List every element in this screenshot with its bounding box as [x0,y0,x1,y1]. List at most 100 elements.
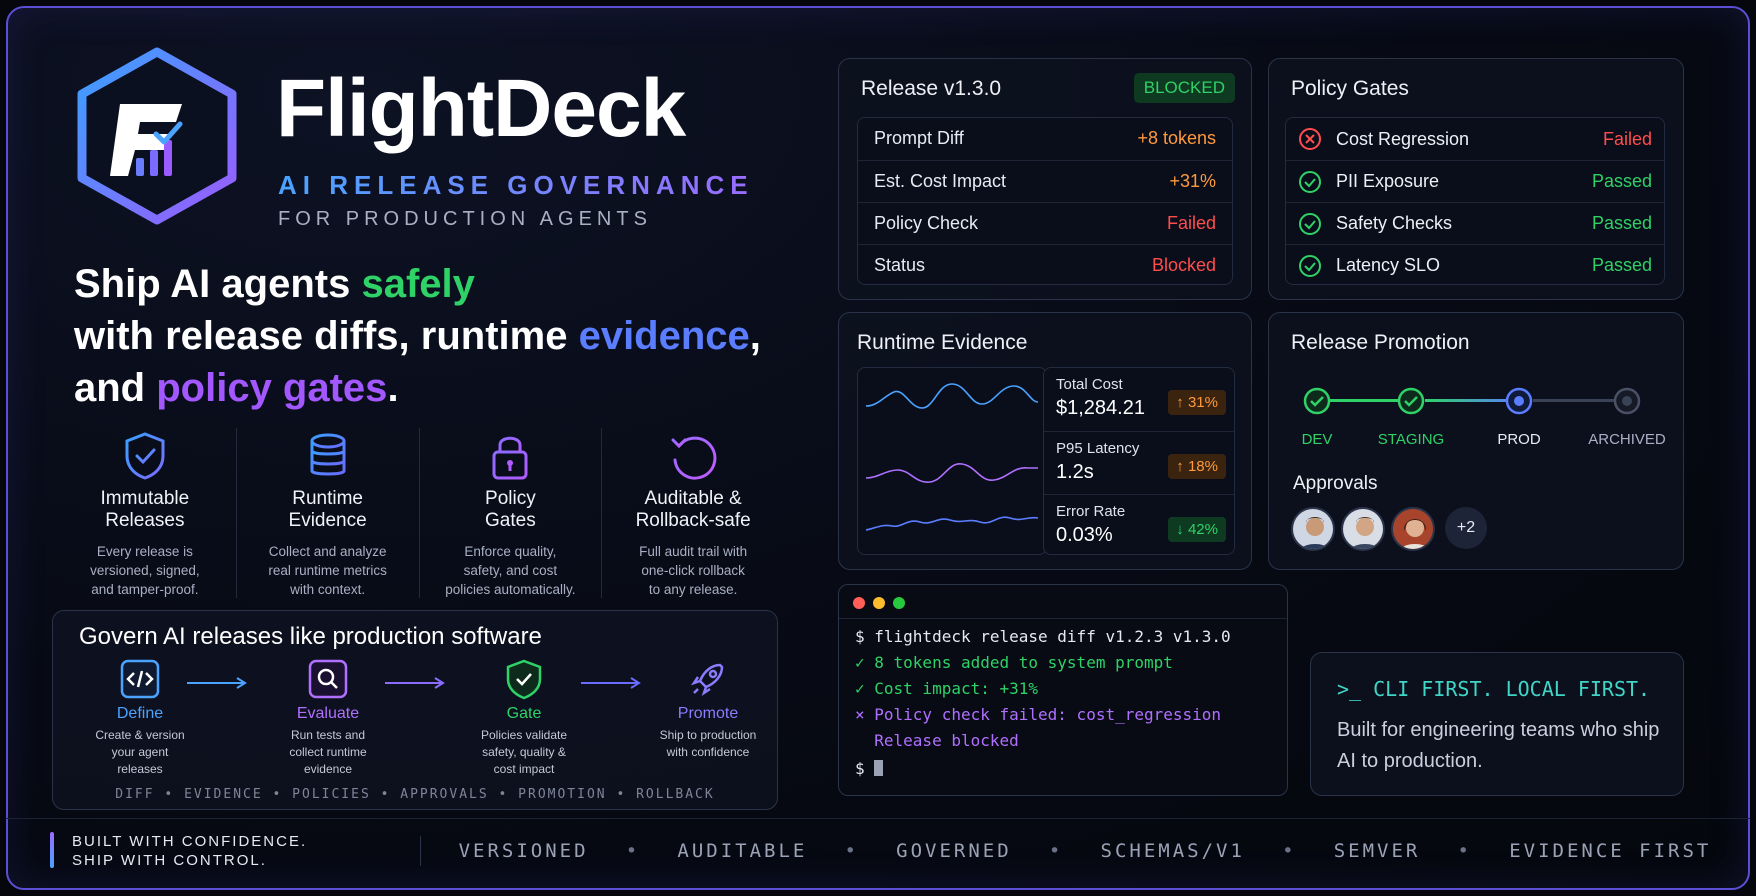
code-icon [120,659,160,699]
gate-name: Latency SLO [1336,255,1441,275]
feature-auditable: Auditable & Rollback-safe Full audit tra… [601,428,784,598]
footer-slogan: BUILT WITH CONFIDENCE. SHIP WITH CONTROL… [72,832,307,870]
feature-desc-line: and tamper-proof. [91,582,199,597]
check-circle-icon [1299,254,1321,277]
gates-list: Cost Regression Failed PII Exposure Pass… [1285,117,1665,285]
feature-desc: Full audit trail with one-click rollback… [608,542,778,599]
metric-row: Error Rate 0.03% ↓ 42% [1044,494,1234,556]
step-desc-line: collect runtime [289,745,367,759]
release-row-value: +31% [1169,170,1216,191]
pending-stage-icon [1613,387,1641,415]
arrow-right-icon [187,677,247,689]
release-row: Prompt Diff +8 tokens [858,118,1232,159]
rollback-icon [671,436,717,480]
search-icon [308,659,348,699]
minimize-dot[interactable] [873,597,885,609]
step-desc-line: Run tests and [290,728,366,742]
brand-title: FlightDeck [276,63,686,154]
gate-status: Passed [1591,213,1652,233]
release-row-key: Policy Check [874,212,979,233]
check-circle-icon [1303,387,1331,415]
close-dot[interactable] [853,597,865,609]
feature-immutable-releases: Immutable Releases Every release is vers… [54,428,236,598]
metric-delta: ↑ 31% [1168,390,1226,415]
lock-icon [492,436,528,480]
step-define: Define Create & version your agent relea… [65,657,215,778]
feature-title: Runtime [292,488,363,509]
gate-row: Safety Checks Passed [1286,202,1664,244]
footer-separator [420,836,421,866]
release-card: Release v1.3.0 BLOCKED Prompt Diff +8 to… [838,58,1252,300]
feature-desc-line: safety, and cost [463,563,558,578]
headline-safely: safely [361,262,475,306]
avatar[interactable] [1291,507,1335,551]
avatar[interactable] [1341,507,1385,551]
terminal-prompt[interactable]: $ [855,759,884,778]
shield-check-icon [506,659,542,700]
step-desc: Create & version your agent releases [65,727,215,778]
terminal-line: × Policy check failed: cost_regression [855,705,1222,724]
more-approvers-badge[interactable]: +2 [1445,507,1487,549]
stage-label: STAGING [1377,431,1445,448]
govern-tags: DIFF • EVIDENCE • POLICIES • APPROVALS •… [115,787,715,802]
release-row-key: Est. Cost Impact [874,170,1007,191]
step-desc-line: with confidence [666,745,750,759]
release-row-value: Blocked [1151,254,1216,275]
stage-label: PROD [1497,431,1541,448]
stage-label: ARCHIVED [1588,431,1666,448]
release-row-key: Prompt Diff [874,128,964,148]
headline-text: , [749,314,761,358]
gate-status: Passed [1591,171,1652,191]
release-row: Status Blocked [858,244,1232,285]
step-desc: Run tests and collect runtime evidence [253,727,403,778]
govern-panel: Govern AI releases like production softw… [52,610,778,810]
headline-policy-gates: policy gates [156,366,388,410]
footer-divider [6,818,1750,819]
metric-row: Total Cost $1,284.21 ↑ 31% [1044,368,1234,430]
headline-text: Ship AI agents [74,262,362,306]
gate-name: Cost Regression [1336,128,1470,149]
shield-check-icon [125,432,165,480]
maximize-dot[interactable] [893,597,905,609]
step-desc-line: cost impact [493,762,555,776]
database-icon [310,433,346,476]
footer-tag-separator: • [1457,840,1472,862]
gate-status: Passed [1591,255,1652,275]
arrow-right-icon [385,677,445,689]
runtime-evidence-card: Runtime Evidence Total Cost $1,284.21 ↑ … [838,312,1252,570]
brand-subtagline: FOR PRODUCTION AGENTS [278,208,652,230]
step-name: Evaluate [296,705,360,722]
footer-tag-separator: • [1282,840,1297,862]
terminal-line: ✓ 8 tokens added to system prompt [855,653,1173,672]
headline: Ship AI agents safely with release diffs… [74,258,794,414]
feature-desc: Collect and analyze real runtime metrics… [243,542,413,599]
gate-name: Safety Checks [1336,213,1453,233]
metric-delta: ↓ 42% [1168,517,1226,542]
terminal-line: ✓ Cost impact: +31% [855,679,1039,698]
feature-title: Releases [105,510,185,531]
step-name: Gate [506,705,542,722]
status-badge: BLOCKED [1133,73,1235,103]
release-details: Prompt Diff +8 tokens Est. Cost Impact +… [857,117,1233,285]
feature-policy-gates: Policy Gates Enforce quality, safety, an… [418,428,602,599]
flightdeck-logo-icon [72,46,242,226]
headline-text: . [387,366,399,410]
feature-desc-line: Collect and analyze [268,544,387,559]
footer-tag: AUDITABLE [677,840,808,862]
avatar[interactable] [1391,507,1435,551]
step-desc-line: safety, quality & [482,745,566,759]
feature-desc-line: real runtime metrics [268,563,387,578]
step-desc-line: Ship to production [659,728,757,742]
policy-gates-title: Policy Gates [1291,77,1409,100]
step-gate: Gate Policies validate safety, quality &… [449,657,599,778]
feature-title: Auditable & [644,488,742,509]
approvals-label: Approvals [1293,473,1378,494]
feature-desc: Enforce quality, safety, and cost polici… [426,542,596,599]
terminal-line: $ flightdeck release diff v1.2.3 v1.3.0 [855,627,1231,646]
check-circle-icon [1397,387,1425,415]
footer-accent-bar [50,832,54,868]
cli-first-card: >_ CLI FIRST. LOCAL FIRST. Built for eng… [1310,652,1684,796]
feature-desc-line: policies automatically. [445,582,576,597]
step-desc-line: Create & version [95,728,185,742]
runtime-evidence-title: Runtime Evidence [857,331,1028,354]
